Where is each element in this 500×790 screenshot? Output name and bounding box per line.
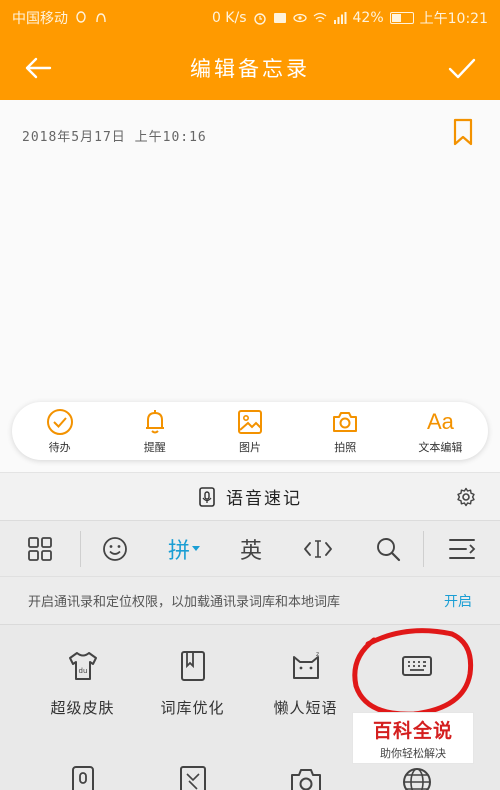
english-label: 英: [239, 538, 262, 564]
panel-item-phrases[interactable]: z 懒人短语: [243, 649, 368, 718]
camera-icon: [333, 411, 358, 432]
alarm-icon: [253, 13, 266, 25]
emoji-icon: [103, 536, 127, 561]
collapse-menu-icon: [449, 538, 476, 559]
network-speed: 0 K/s: [211, 10, 247, 26]
collapse-keyboard-button[interactable]: [424, 521, 500, 577]
panel-item-voice[interactable]: [20, 765, 145, 790]
grid-icon: [28, 536, 52, 561]
tool-text-format[interactable]: Aa 文本编辑: [393, 402, 488, 460]
voice-memo-bar[interactable]: 语音速记: [0, 472, 500, 520]
eye-icon: [292, 13, 307, 23]
tool-label: 文本编辑: [418, 440, 463, 454]
dropdown-triangle-icon: [192, 546, 200, 551]
enable-permission-link[interactable]: 开启: [444, 591, 472, 611]
image-icon: [238, 409, 262, 434]
bookmark-icon[interactable]: [452, 118, 474, 146]
camera-icon: [290, 769, 321, 790]
cursor-button[interactable]: [283, 521, 353, 577]
wifi-icon: [313, 12, 326, 23]
signal-icon: [333, 12, 347, 24]
keyboard-toolbar: 拼 英: [0, 520, 500, 576]
qq-icon: [76, 11, 86, 23]
tool-label: 图片: [239, 440, 261, 454]
permission-notice: 开启通讯录和定位权限，以加载通讯录词库和本地词库 开启: [0, 576, 500, 624]
note-date: 2018年5月17日 上午10:16: [22, 130, 207, 145]
tool-image[interactable]: 图片: [202, 402, 297, 460]
save-check-icon[interactable]: [446, 52, 478, 84]
voice-memo-label: 语音速记: [226, 489, 302, 509]
clock: 上午10:21: [419, 11, 488, 27]
watermark-subtitle: 助你轻松解决: [380, 746, 446, 760]
text-format-icon: Aa: [426, 408, 454, 434]
tool-camera[interactable]: 拍照: [298, 402, 393, 460]
grid-menu-button[interactable]: [0, 521, 80, 577]
back-arrow-icon[interactable]: [22, 52, 54, 84]
globe-icon: [402, 768, 431, 790]
cat-icon: z: [292, 651, 319, 679]
panel-item-label: 词库优化: [160, 699, 225, 717]
voice-note-icon: [199, 486, 215, 507]
gear-icon[interactable]: [456, 487, 476, 507]
panel-item-label: 懒人短语: [273, 699, 338, 717]
emoji-button[interactable]: [81, 521, 149, 577]
carrier-label: 中国移动: [12, 11, 68, 27]
bell-icon: [145, 409, 164, 433]
keyboard-function-panel: du 超级皮肤 词库优化 z 懒人短语: [0, 624, 500, 790]
svg-text:z: z: [316, 651, 319, 658]
note-tools-bar: 待办 提醒 图片 拍照 Aa 文本编辑: [12, 402, 488, 460]
pinyin-mode-button[interactable]: 拼: [149, 521, 219, 577]
book-icon: [180, 651, 205, 681]
keyboard-icon: [401, 656, 432, 676]
hd-icon: [273, 13, 286, 23]
svg-text:du: du: [78, 667, 87, 675]
battery-percent: 42%: [352, 10, 384, 26]
check-circle-icon: [46, 408, 73, 435]
pinyin-label: 拼: [167, 538, 190, 564]
tool-label: 提醒: [143, 440, 166, 454]
tool-label: 待办: [48, 440, 71, 454]
cursor-icon: [304, 539, 332, 558]
battery-icon: [389, 12, 414, 24]
tool-todo[interactable]: 待办: [12, 402, 107, 460]
search-button[interactable]: [353, 521, 423, 577]
tool-reminder[interactable]: 提醒: [107, 402, 202, 460]
panel-item-globe[interactable]: [354, 765, 479, 790]
microphone-note-icon: [71, 766, 94, 790]
tool-label: 拍照: [334, 440, 357, 454]
notice-text: 开启通讯录和定位权限，以加载通讯录词库和本地词库: [28, 595, 341, 610]
status-bar: 中国移动 0 K/s 42% 上午10:21: [0, 0, 500, 36]
panel-item-skins[interactable]: du 超级皮肤: [20, 649, 145, 718]
watermark-logo: 百科全说 助你轻松解决: [352, 712, 474, 764]
english-mode-button[interactable]: 英: [219, 521, 283, 577]
notification-icon: [96, 13, 106, 23]
panel-item-keyboard[interactable]: [354, 649, 479, 697]
title-bar: 编辑备忘录: [0, 36, 500, 100]
panel-item-camera[interactable]: [243, 765, 368, 790]
panel-item-dictionary[interactable]: 词库优化: [130, 649, 255, 718]
tshirt-icon: du: [68, 652, 97, 680]
watermark-title: 百科全说: [372, 719, 453, 742]
search-icon: [377, 537, 401, 561]
panel-item-text[interactable]: [130, 765, 255, 790]
panel-item-label: 超级皮肤: [50, 699, 115, 717]
page-title: 编辑备忘录: [190, 57, 310, 81]
document-text-icon: [179, 766, 206, 790]
